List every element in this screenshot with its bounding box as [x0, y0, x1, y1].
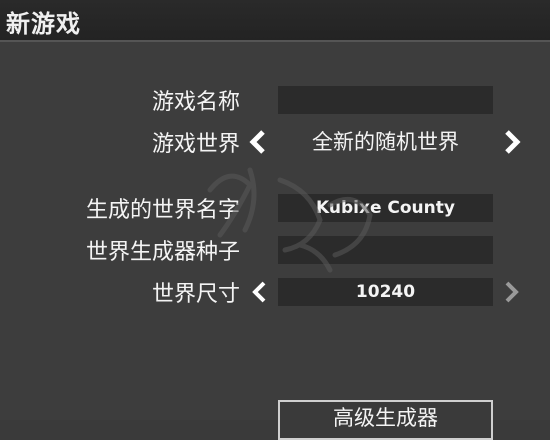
world-size-prev-button[interactable] — [250, 279, 268, 310]
world-size-field: 10240 — [278, 278, 493, 306]
chevron-left-icon — [249, 130, 265, 154]
chevron-left-icon — [252, 281, 266, 303]
world-seed-label: 世界生成器种子 — [85, 240, 240, 265]
world-seed-input[interactable] — [278, 236, 493, 264]
chevron-right-icon — [505, 130, 521, 154]
game-world-prev-button[interactable] — [248, 128, 268, 161]
title-bar: 新游戏 — [0, 0, 550, 42]
generated-world-name-label: 生成的世界名字 — [85, 198, 240, 223]
generated-world-name-field: Kubixe County — [278, 194, 493, 222]
world-seed-value — [278, 236, 493, 264]
world-size-label: 世界尺寸 — [151, 282, 240, 307]
game-world-next-button[interactable] — [502, 128, 522, 161]
game-world-label: 游戏世界 — [151, 132, 240, 157]
game-name-label: 游戏名称 — [151, 90, 240, 115]
world-size-value: 10240 — [355, 282, 416, 302]
game-world-value: 全新的随机世界 — [312, 130, 459, 154]
world-size-next-button[interactable] — [503, 279, 521, 310]
page-title: 新游戏 — [6, 10, 81, 38]
game-name-input[interactable] — [278, 86, 493, 114]
advanced-generator-button[interactable]: 高级生成器 — [278, 400, 493, 440]
new-game-panel: 游戏名称 游戏世界 全新的随机世界 生成的世界名字 Kubixe County … — [0, 42, 550, 420]
game-name-value — [278, 86, 493, 114]
chevron-right-icon — [505, 281, 519, 303]
generated-world-name-value: Kubixe County — [316, 198, 455, 218]
